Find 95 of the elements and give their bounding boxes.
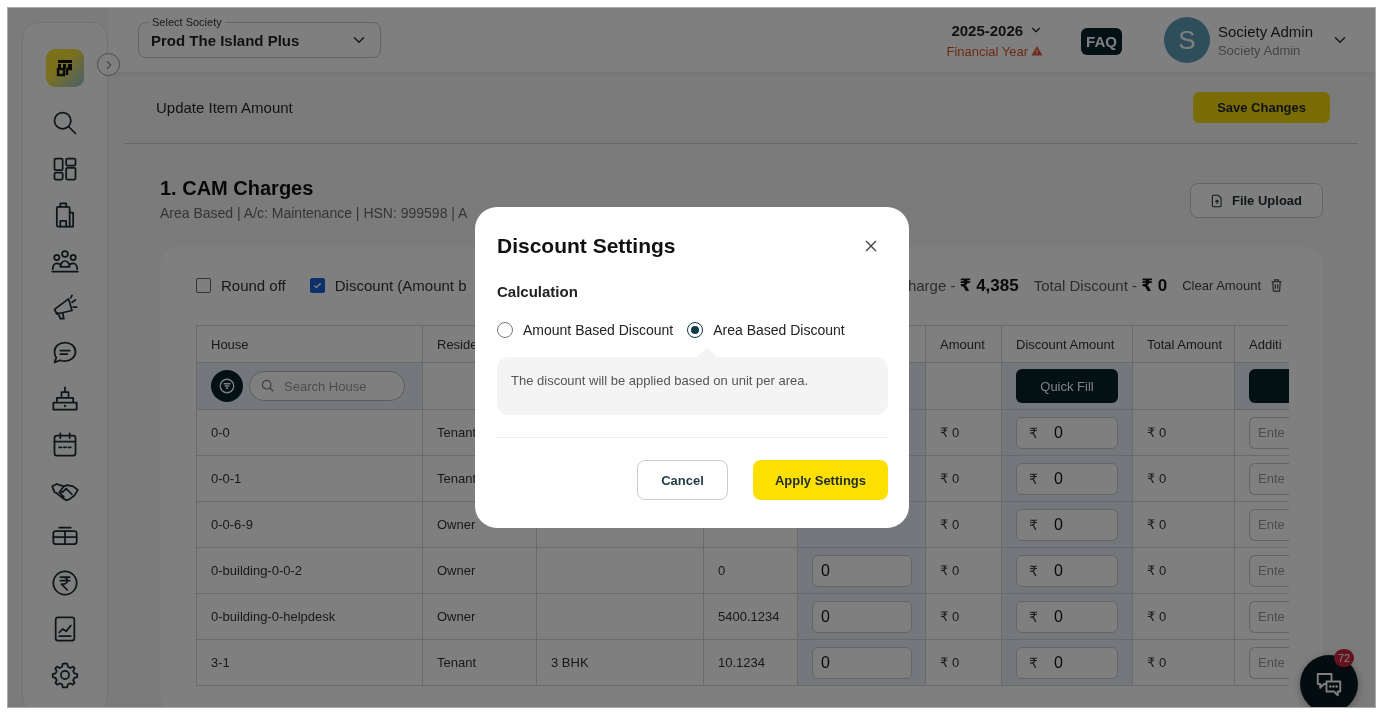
- user-role: Society Admin: [1217, 42, 1302, 58]
- close-icon: [863, 238, 879, 254]
- table-cell: 0-0: [211, 425, 230, 440]
- table-cell: ₹ 0: [1147, 655, 1167, 670]
- amount-input[interactable]: 0: [812, 600, 912, 633]
- people-icon[interactable]: [51, 247, 79, 275]
- amount-input[interactable]: 0: [812, 554, 912, 587]
- total-text: harge - ₹ 4,385: [907, 274, 1019, 296]
- tray-icon[interactable]: [51, 385, 79, 413]
- search-icon: [260, 378, 276, 394]
- table-cell: 5400.1234: [718, 609, 780, 624]
- table-cell: 0-building-0-0-2: [211, 563, 303, 578]
- table-cell: 0-building-0-helpdesk: [211, 609, 336, 624]
- currency-prefix: ₹: [1029, 608, 1038, 625]
- user-name: Society Admin: [1217, 22, 1313, 40]
- filter-icon: [218, 377, 236, 395]
- table-cell: 0: [718, 563, 726, 578]
- discount-input[interactable]: ₹ 0: [1016, 508, 1118, 541]
- currency-prefix: ₹: [1029, 424, 1038, 441]
- table-cell: ₹ 0: [940, 425, 960, 440]
- column-header: Additi: [1249, 336, 1282, 352]
- section-title: 1. CAM Charges: [160, 177, 315, 200]
- table-cell: Tenant: [437, 655, 477, 670]
- discount-input[interactable]: ₹ 0: [1016, 600, 1118, 633]
- save-changes-button[interactable]: Save Changes: [1193, 92, 1330, 123]
- cancel-button[interactable]: Cancel: [637, 460, 728, 500]
- grid-icon[interactable]: [51, 155, 79, 183]
- discount-input[interactable]: ₹ 0: [1016, 416, 1118, 449]
- info-text: The discount will be applied based on unit per area.: [511, 373, 809, 388]
- app-logo[interactable]: [46, 49, 84, 87]
- table-cell: ₹ 0: [1147, 471, 1167, 486]
- discount-input[interactable]: ₹ 0: [1016, 646, 1118, 679]
- warning-icon: [1031, 45, 1044, 57]
- table-cell: ₹ 0: [1147, 609, 1167, 624]
- table-cell: ₹ 0: [940, 563, 960, 578]
- notification-badge: 72: [1334, 649, 1355, 667]
- table-cell: Owner: [437, 609, 476, 624]
- search-icon[interactable]: [51, 109, 79, 137]
- table-cell: Tenant: [437, 471, 477, 486]
- discount-input[interactable]: ₹ 0: [1016, 462, 1118, 495]
- financial-year-label: Financial Year: [946, 43, 1029, 59]
- column-header: Total Amount: [1147, 336, 1223, 352]
- faq-button[interactable]: FAQ: [1081, 27, 1122, 55]
- currency-prefix: ₹: [1029, 654, 1038, 671]
- column-header: Amount: [940, 336, 985, 352]
- field-label: Select Society: [149, 16, 225, 28]
- column-header: Discount Amount: [1016, 336, 1115, 352]
- checkbox[interactable]: [309, 277, 325, 293]
- table-cell: 3 BHK: [551, 655, 589, 670]
- table-cell: ₹ 0: [940, 655, 960, 670]
- table-cell: 0-0-6-9: [211, 517, 253, 532]
- currency-prefix: ₹: [1029, 470, 1038, 487]
- checkbox-label: Discount (Amount b: [334, 276, 467, 294]
- amount-input[interactable]: 0: [812, 646, 912, 679]
- radio-label: Area Based Discount: [713, 322, 845, 338]
- section-label: Calculation: [497, 283, 579, 300]
- select-value: Prod The Island Plus: [151, 31, 300, 49]
- megaphone-icon[interactable]: [51, 293, 79, 321]
- year-selector[interactable]: 2025-2026: [951, 21, 1024, 39]
- radio-label: Amount Based Discount: [523, 322, 674, 338]
- section-subtitle: Area Based | A/c: Maintenance | HSN: 999598 | A: [160, 205, 468, 221]
- file-upload-button[interactable]: File Upload: [1189, 183, 1323, 218]
- currency-prefix: ₹: [1029, 562, 1038, 579]
- page-title: Update Item Amount: [156, 99, 293, 116]
- total-text: Total Discount - ₹ 0: [1033, 274, 1168, 296]
- table-cell: ₹ 0: [1147, 425, 1167, 440]
- rupee-icon[interactable]: [51, 569, 79, 597]
- discount-input[interactable]: ₹ 0: [1016, 554, 1118, 587]
- table-cell: Tenant: [437, 425, 477, 440]
- trash-icon: [1269, 277, 1284, 293]
- table-cell: ₹ 0: [1147, 563, 1167, 578]
- avatar: S: [1163, 17, 1210, 63]
- checkbox[interactable]: [196, 277, 211, 293]
- column-header: Reside: [437, 336, 478, 352]
- table-cell: 10.1234: [718, 655, 765, 670]
- clear-amount-button[interactable]: Clear Amount: [1182, 277, 1284, 293]
- apply-settings-button[interactable]: Apply Settings: [753, 460, 888, 500]
- dialog-title: Discount Settings: [497, 234, 676, 258]
- table-cell: 3-1: [211, 655, 230, 670]
- close-button[interactable]: [863, 238, 879, 254]
- currency-prefix: ₹: [1029, 516, 1038, 533]
- table-cell: ₹ 0: [940, 471, 960, 486]
- table-cell: ₹ 0: [940, 517, 960, 532]
- column-header: House: [211, 336, 249, 352]
- table-cell: ₹ 0: [1147, 517, 1167, 532]
- calendar-icon[interactable]: [51, 431, 79, 459]
- table-cell: 0-0-1: [211, 471, 242, 486]
- filter-button[interactable]: [211, 370, 243, 402]
- table-cell: ₹ 0: [940, 609, 960, 624]
- file-upload-icon: [1209, 193, 1224, 208]
- checkbox-label: Round off: [221, 276, 286, 294]
- table-cell: Owner: [437, 563, 476, 578]
- quick-fill-button[interactable]: Quick Fill: [1016, 369, 1118, 403]
- table-cell: Owner: [437, 517, 476, 532]
- settings-icon[interactable]: [51, 661, 79, 689]
